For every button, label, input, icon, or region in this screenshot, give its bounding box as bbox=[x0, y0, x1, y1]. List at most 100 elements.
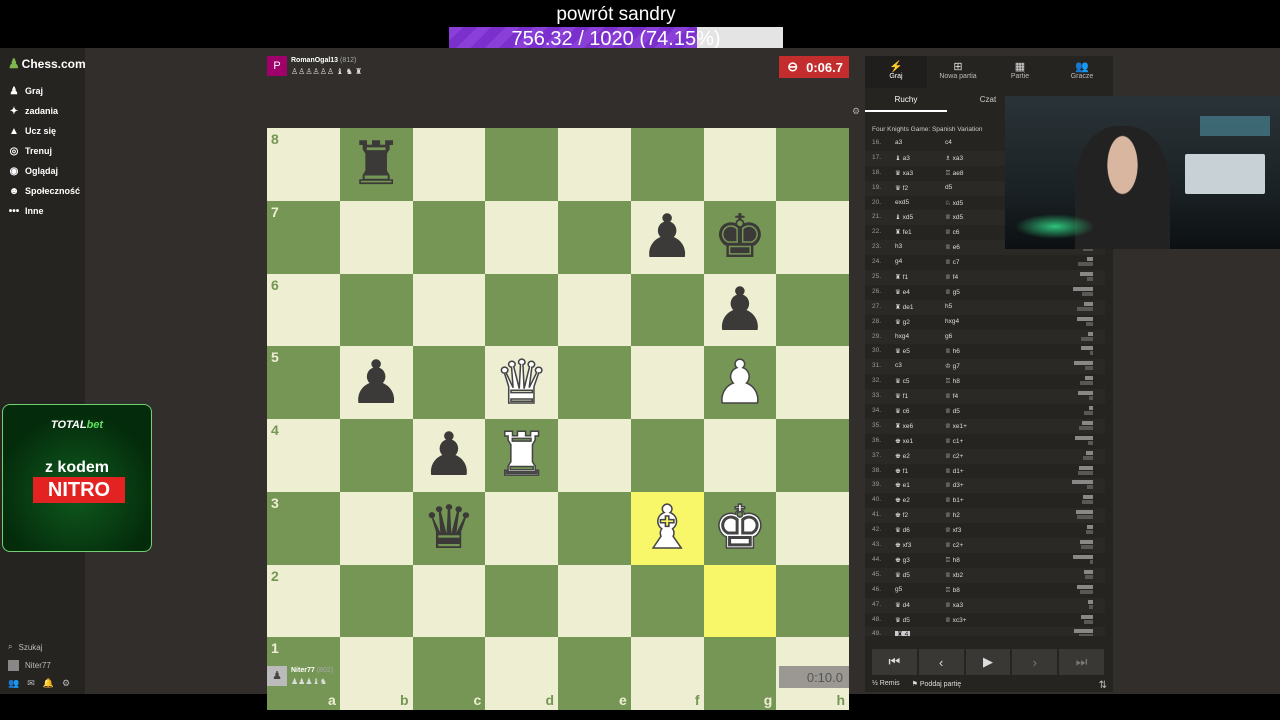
black-move[interactable]: ♕ d5 bbox=[945, 407, 1005, 415]
black-king-g7[interactable]: ♚ bbox=[704, 201, 777, 274]
last-move-button[interactable]: ⏭ bbox=[1059, 649, 1104, 675]
square-a2[interactable]: 2 bbox=[267, 564, 340, 638]
square-h2[interactable] bbox=[776, 564, 849, 638]
opening-name[interactable]: Four Knights Game: Spanish Variation bbox=[872, 126, 982, 133]
board-settings-gear-icon[interactable]: ⚙ bbox=[852, 106, 860, 117]
square-f5[interactable] bbox=[630, 346, 704, 419]
black-move[interactable]: ♕ h2 bbox=[945, 511, 1005, 519]
square-b7[interactable] bbox=[339, 200, 413, 274]
next-move-button[interactable]: › bbox=[1012, 649, 1058, 675]
square-f2[interactable] bbox=[630, 564, 704, 638]
profile-link[interactable]: Niter77 bbox=[8, 656, 83, 674]
square-h3[interactable] bbox=[776, 491, 849, 565]
square-e2[interactable] bbox=[558, 564, 631, 638]
square-b6[interactable] bbox=[339, 273, 413, 347]
square-d8[interactable] bbox=[485, 128, 558, 201]
black-queen-c3[interactable]: ♛ bbox=[413, 492, 486, 565]
black-move[interactable]: ♖ h8 bbox=[945, 377, 1005, 385]
square-f8[interactable] bbox=[630, 128, 704, 201]
black-pawn-g6[interactable]: ♟ bbox=[704, 274, 777, 347]
square-a6[interactable]: 6 bbox=[267, 273, 340, 347]
black-move[interactable]: ♕ c2+ bbox=[945, 452, 1005, 460]
black-move[interactable]: ♕ d1+ bbox=[945, 467, 1005, 475]
previous-move-button[interactable]: ‹ bbox=[918, 649, 964, 675]
black-move[interactable]: ♕ c2+ bbox=[945, 541, 1005, 549]
sidebar-item-1[interactable]: ✦ zadania bbox=[8, 101, 83, 121]
tab-3[interactable]: 👥 Gracze bbox=[1051, 56, 1113, 88]
sidebar-item-0[interactable]: ♟ Graj bbox=[8, 81, 83, 101]
black-move[interactable]: ♖ b8 bbox=[945, 586, 1005, 594]
black-move[interactable]: ♕ xd5 bbox=[945, 213, 1005, 221]
square-d3[interactable] bbox=[485, 491, 558, 565]
square-e5[interactable] bbox=[558, 346, 631, 419]
square-e7[interactable] bbox=[558, 200, 631, 274]
square-b3[interactable] bbox=[339, 491, 413, 565]
chess-com-logo[interactable]: ♟ Chess.com bbox=[8, 56, 86, 72]
settings-gear-icon[interactable]: ⚙ bbox=[62, 678, 70, 689]
play-button[interactable]: ▶ bbox=[965, 649, 1011, 675]
tab-1[interactable]: ⊞ Nowa partia bbox=[927, 56, 989, 88]
square-b2[interactable] bbox=[339, 564, 413, 638]
black-rook-b8[interactable]: ♜ bbox=[340, 128, 413, 201]
black-move[interactable]: h5 bbox=[945, 303, 1005, 310]
square-g8[interactable] bbox=[703, 128, 777, 201]
black-move[interactable]: ♕ c7 bbox=[945, 258, 1005, 266]
flip-board-icon[interactable]: ⇅ bbox=[1099, 680, 1107, 691]
tab-moves[interactable]: Ruchy bbox=[865, 92, 947, 112]
square-d2[interactable] bbox=[485, 564, 558, 638]
black-move[interactable]: ♖ h8 bbox=[945, 556, 1005, 564]
white-pawn-g5[interactable]: ♟ bbox=[704, 346, 777, 419]
black-move[interactable]: ♔ g7 bbox=[945, 362, 1005, 370]
player-name[interactable]: Niter77 (802) bbox=[291, 667, 333, 674]
black-move[interactable]: ♕ d3+ bbox=[945, 481, 1005, 489]
square-h7[interactable] bbox=[776, 200, 849, 274]
messages-icon[interactable]: ✉ bbox=[27, 678, 35, 689]
square-h5[interactable] bbox=[776, 346, 849, 419]
black-move[interactable]: ♕ xb2 bbox=[945, 571, 1005, 579]
square-b4[interactable] bbox=[339, 419, 413, 492]
black-move[interactable]: ♕ c1+ bbox=[945, 437, 1005, 445]
sidebar-item-6[interactable]: ••• Inne bbox=[8, 201, 83, 221]
square-d6[interactable] bbox=[485, 273, 558, 347]
square-a4[interactable]: 4 bbox=[267, 419, 340, 492]
black-pawn-b5[interactable]: ♟ bbox=[340, 346, 413, 419]
opponent-avatar[interactable]: P bbox=[267, 56, 287, 76]
opponent-name[interactable]: RomanOgal13 (812) bbox=[291, 57, 356, 64]
first-move-button[interactable]: ⏮ bbox=[872, 649, 917, 675]
square-f4[interactable] bbox=[630, 419, 704, 492]
black-move[interactable]: ♕ e6 bbox=[945, 243, 1005, 251]
black-move[interactable]: d5 bbox=[945, 184, 1005, 191]
black-move[interactable]: ♕ b1+ bbox=[945, 496, 1005, 504]
square-e4[interactable] bbox=[558, 419, 631, 492]
black-move[interactable]: hxg4 bbox=[945, 318, 1005, 325]
sidebar-item-3[interactable]: ◎ Trenuj bbox=[8, 141, 83, 161]
square-g2[interactable] bbox=[703, 564, 777, 638]
black-move[interactable]: ♕ f4 bbox=[945, 273, 1005, 281]
square-e6[interactable] bbox=[558, 273, 631, 347]
black-move[interactable]: ♕ f4 bbox=[945, 392, 1005, 400]
square-c6[interactable] bbox=[412, 273, 486, 347]
tab-2[interactable]: ▦ Partie bbox=[989, 56, 1051, 88]
black-move[interactable]: ♗ xa3 bbox=[945, 154, 1005, 162]
white-queen-d5[interactable]: ♛ bbox=[485, 346, 558, 419]
draw-button[interactable]: ½ Remis bbox=[872, 680, 900, 688]
square-d7[interactable] bbox=[485, 200, 558, 274]
black-move[interactable]: ♕ xf3 bbox=[945, 526, 1005, 534]
square-c2[interactable] bbox=[412, 564, 486, 638]
black-move[interactable]: ♕ xa3 bbox=[945, 601, 1005, 609]
player-avatar[interactable]: ♟ bbox=[267, 666, 287, 686]
friends-icon[interactable]: 👥 bbox=[8, 678, 19, 689]
white-king-g3[interactable]: ♚ bbox=[704, 492, 777, 565]
square-a5[interactable]: 5 bbox=[267, 346, 340, 419]
square-h4[interactable] bbox=[776, 419, 849, 492]
square-h8[interactable] bbox=[776, 128, 849, 201]
square-e8[interactable] bbox=[558, 128, 631, 201]
black-move[interactable]: ♕ xe1+ bbox=[945, 422, 1005, 430]
black-move[interactable]: ♖ ae8 bbox=[945, 169, 1005, 177]
black-move[interactable]: ♕ g5 bbox=[945, 288, 1005, 296]
black-move[interactable]: ♕ c6 bbox=[945, 228, 1005, 236]
square-g4[interactable] bbox=[703, 419, 777, 492]
white-bishop-f3[interactable]: ♝ bbox=[631, 492, 704, 565]
black-move[interactable]: ♕ h6 bbox=[945, 347, 1005, 355]
white-move[interactable]: ♜ 4 bbox=[895, 630, 955, 636]
